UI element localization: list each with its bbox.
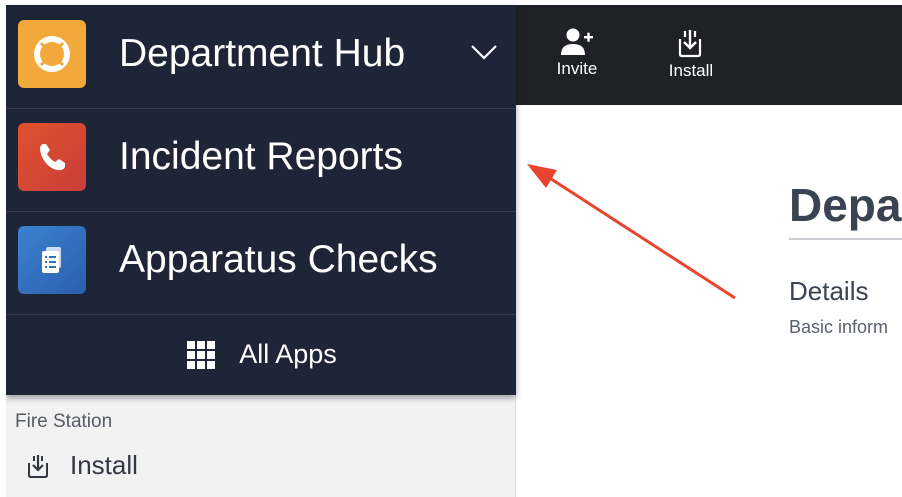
app-switcher-menu: Department Hub Incident Reports Apparatu… bbox=[6, 5, 516, 395]
all-apps-button[interactable]: All Apps bbox=[6, 314, 516, 395]
page-title: Depar bbox=[789, 179, 902, 231]
lifebuoy-icon bbox=[34, 36, 70, 72]
menu-item-label: Apparatus Checks bbox=[119, 238, 438, 281]
top-toolbar: Invite Install bbox=[515, 5, 902, 105]
current-app-name: Department Hub bbox=[119, 32, 406, 75]
sidebar-section-label: Fire Station bbox=[15, 411, 113, 432]
details-description: Basic inform bbox=[789, 317, 889, 337]
sidebar-item-label: Install bbox=[70, 450, 138, 480]
add-user-icon bbox=[561, 28, 593, 55]
phone-icon bbox=[40, 144, 65, 171]
incident-reports-app-icon bbox=[18, 123, 86, 191]
invite-button[interactable]: Invite bbox=[547, 27, 607, 79]
invite-label: Invite bbox=[556, 59, 598, 78]
apparatus-checks-app-icon bbox=[18, 226, 86, 294]
all-apps-label: All Apps bbox=[239, 339, 337, 369]
title-divider bbox=[789, 238, 902, 240]
department-hub-app-icon bbox=[18, 20, 86, 88]
install-button[interactable]: Install bbox=[661, 27, 721, 81]
install-icon bbox=[28, 454, 48, 478]
sidebar-item-install[interactable]: Install bbox=[26, 450, 138, 481]
current-app-header[interactable]: Department Hub bbox=[6, 5, 516, 109]
menu-item-label: Incident Reports bbox=[119, 135, 403, 178]
menu-item-apparatus-checks[interactable]: Apparatus Checks bbox=[6, 211, 516, 315]
chevron-down-icon[interactable] bbox=[470, 43, 498, 61]
install-label: Install bbox=[668, 61, 714, 80]
left-margin bbox=[0, 0, 6, 497]
menu-item-incident-reports[interactable]: Incident Reports bbox=[6, 108, 516, 212]
sidebar: Fire Station Install bbox=[6, 395, 516, 497]
details-heading: Details bbox=[789, 276, 869, 306]
grid-icon bbox=[187, 340, 216, 369]
install-icon bbox=[678, 30, 702, 58]
clipboard-icon bbox=[42, 247, 61, 273]
